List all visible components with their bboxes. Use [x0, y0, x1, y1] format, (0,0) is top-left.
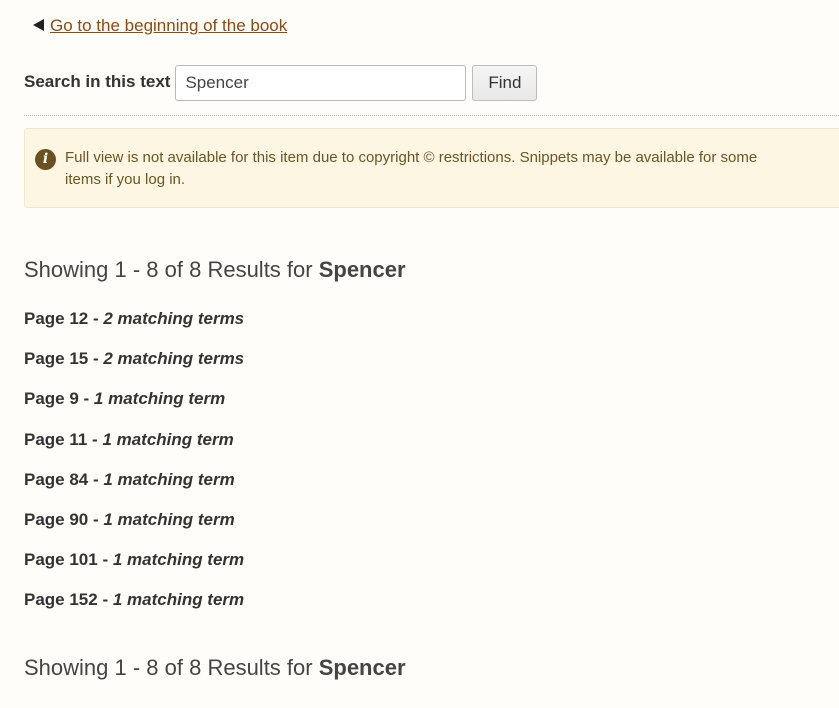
notice-text: Full view is not available for this item…	[65, 149, 758, 188]
result-matching-terms: 1 matching term	[103, 469, 235, 489]
result-item[interactable]: Page 152 - 1 matching term	[24, 590, 244, 630]
result-separator: -	[87, 429, 103, 449]
results-summary-prefix: Showing 1 - 8 of 8 Results for	[24, 257, 319, 282]
divider	[24, 115, 839, 116]
page: Go to the beginning of the book Search i…	[0, 0, 839, 708]
result-matching-terms: 1 matching term	[103, 509, 235, 529]
results-query: Spencer	[318, 257, 406, 282]
result-item[interactable]: Page 101 - 1 matching term	[24, 550, 244, 590]
result-separator: -	[88, 509, 104, 529]
result-page-label: Page 90	[24, 509, 89, 529]
result-matching-terms: 1 matching term	[112, 590, 245, 610]
triangle-left-icon	[33, 19, 44, 31]
result-page-label: Page 152	[24, 590, 98, 610]
result-item[interactable]: Page 9 - 1 matching term	[24, 389, 244, 429]
result-page-label: Page 15	[24, 349, 89, 369]
result-matching-terms: 2 matching terms	[103, 309, 245, 328]
result-matching-terms: 2 matching terms	[103, 349, 245, 369]
result-page-label: Page 9	[24, 389, 79, 409]
go-to-beginning-link[interactable]: Go to the beginning of the book	[50, 16, 287, 36]
results-list: Page 12 - 2 matching terms Page 15 - 2 ma…	[24, 309, 244, 631]
result-matching-terms: 1 matching term	[93, 389, 226, 409]
search-label: Search in this text	[24, 71, 171, 91]
search-form: Search in this text Find	[24, 65, 538, 101]
find-button[interactable]: Find	[472, 65, 538, 101]
info-icon: i	[35, 149, 56, 170]
result-page-label: Page 84	[24, 469, 89, 489]
result-separator: -	[97, 590, 113, 610]
copyright-notice: i Full view is not available for this it…	[24, 128, 839, 208]
result-page-label: Page 11	[24, 429, 88, 449]
result-matching-terms: 1 matching term	[112, 550, 245, 570]
back-link-row: Go to the beginning of the book	[33, 16, 287, 36]
results-summary-bottom: Showing 1 - 8 of 8 Results for Spencer	[24, 655, 406, 681]
results-summary-prefix: Showing 1 - 8 of 8 Results for	[24, 655, 319, 680]
result-matching-terms: 1 matching term	[102, 429, 234, 449]
result-item[interactable]: Page 12 - 2 matching terms	[24, 309, 244, 349]
result-separator: -	[97, 550, 113, 570]
results-summary-top: Showing 1 - 8 of 8 Results for Spencer	[24, 257, 406, 283]
result-page-label: Page 12	[24, 309, 89, 328]
result-item[interactable]: Page 84 - 1 matching term	[24, 470, 244, 510]
result-page-label: Page 101	[24, 550, 98, 570]
search-input[interactable]	[175, 65, 467, 101]
result-item[interactable]: Page 15 - 2 matching terms	[24, 349, 244, 389]
result-separator: -	[88, 349, 104, 369]
result-separator: -	[88, 469, 104, 489]
results-query: Spencer	[318, 655, 406, 680]
result-item[interactable]: Page 90 - 1 matching term	[24, 510, 244, 550]
result-separator: -	[88, 309, 104, 328]
result-separator: -	[78, 389, 94, 409]
result-item[interactable]: Page 11 - 1 matching term	[24, 430, 244, 470]
